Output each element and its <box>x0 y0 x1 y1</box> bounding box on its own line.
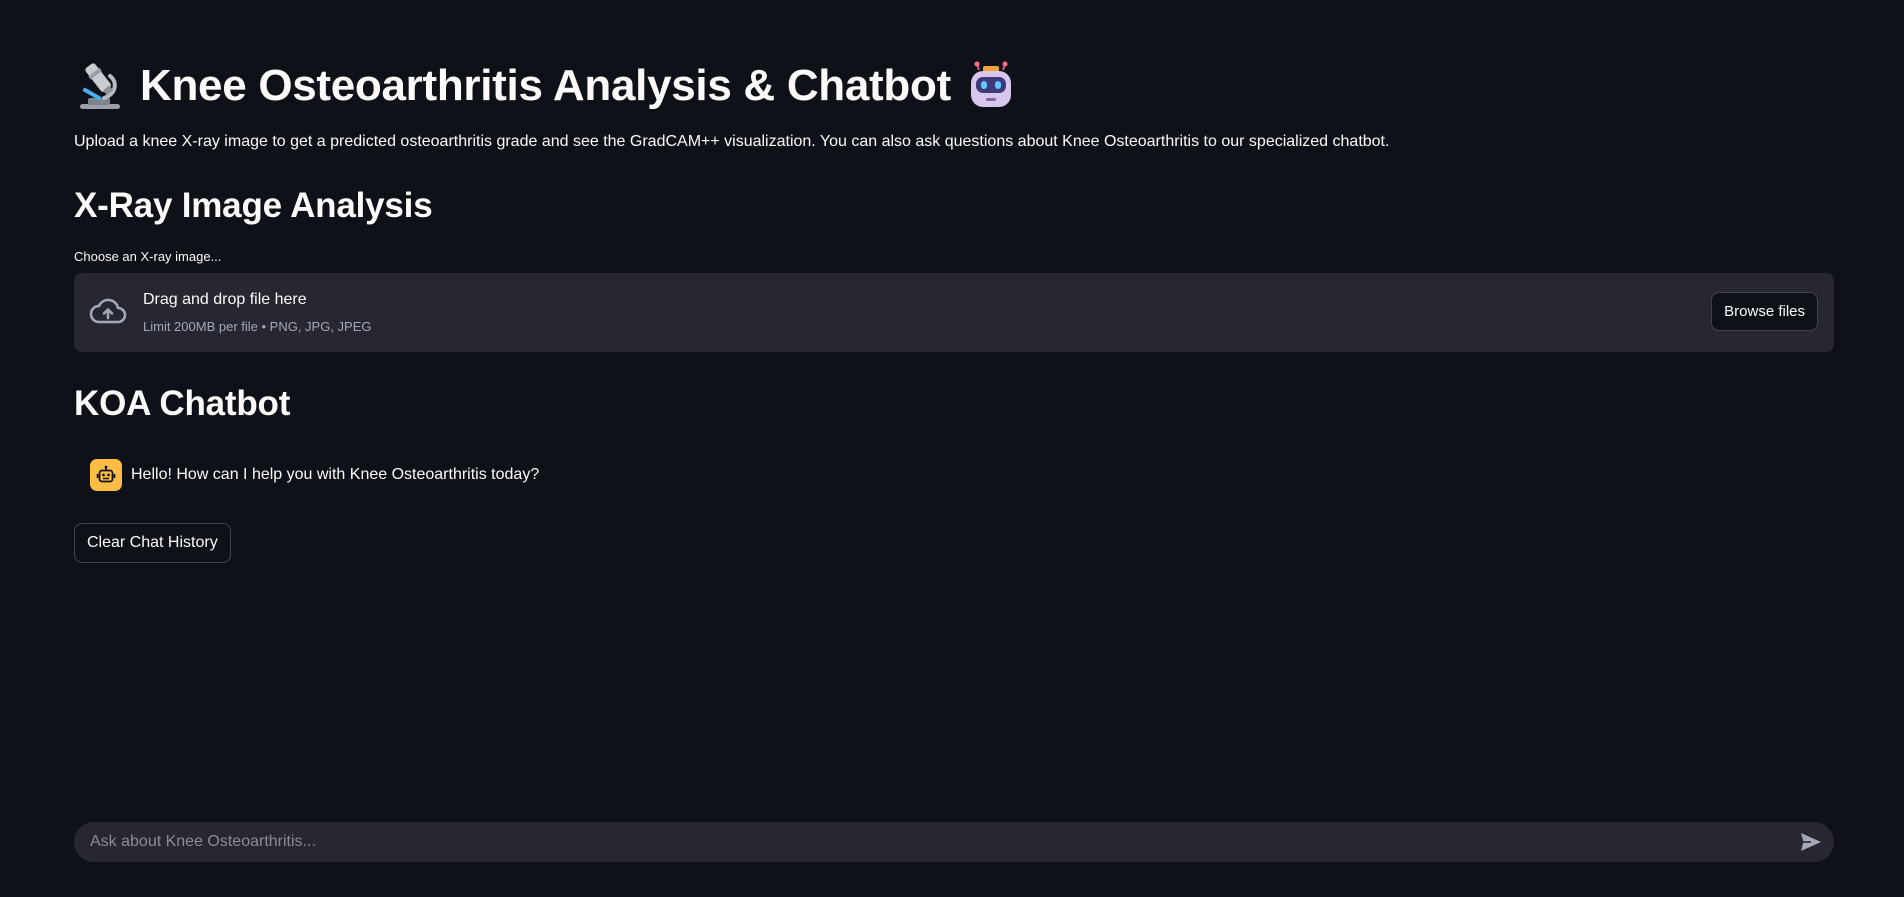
xray-section-heading: X-Ray Image Analysis <box>74 186 433 225</box>
microscope-icon <box>80 63 120 109</box>
page-title-text: Knee Osteoarthritis Analysis & Chatbot <box>140 61 951 110</box>
bot-avatar <box>90 459 122 491</box>
cloud-upload-icon <box>89 298 127 324</box>
dropzone-limit: Limit 200MB per file • PNG, JPG, JPEG <box>143 319 372 334</box>
browse-files-button[interactable]: Browse files <box>1711 292 1818 331</box>
page-title: Knee Osteoarthritis Analysis & Chatbot <box>74 58 1017 114</box>
robot-icon <box>970 61 1011 107</box>
chatbot-section-heading: KOA Chatbot <box>74 384 291 423</box>
chat-input-container <box>74 822 1834 862</box>
send-icon[interactable] <box>1800 832 1822 852</box>
dropzone-title: Drag and drop file here <box>143 291 307 308</box>
bot-icon <box>96 465 116 483</box>
chat-message-text: Hello! How can I help you with Knee Oste… <box>131 466 540 483</box>
chat-message: Hello! How can I help you with Knee Oste… <box>90 459 539 491</box>
page-description: Upload a knee X-ray image to get a predi… <box>74 133 1390 150</box>
chat-input[interactable] <box>90 822 1770 862</box>
app-page: Knee Osteoarthritis Analysis & Chatbot U… <box>0 0 1904 897</box>
uploader-label: Choose an X-ray image... <box>74 249 222 264</box>
file-dropzone[interactable]: Drag and drop file here Limit 200MB per … <box>74 273 1834 352</box>
clear-chat-history-button[interactable]: Clear Chat History <box>74 523 231 563</box>
